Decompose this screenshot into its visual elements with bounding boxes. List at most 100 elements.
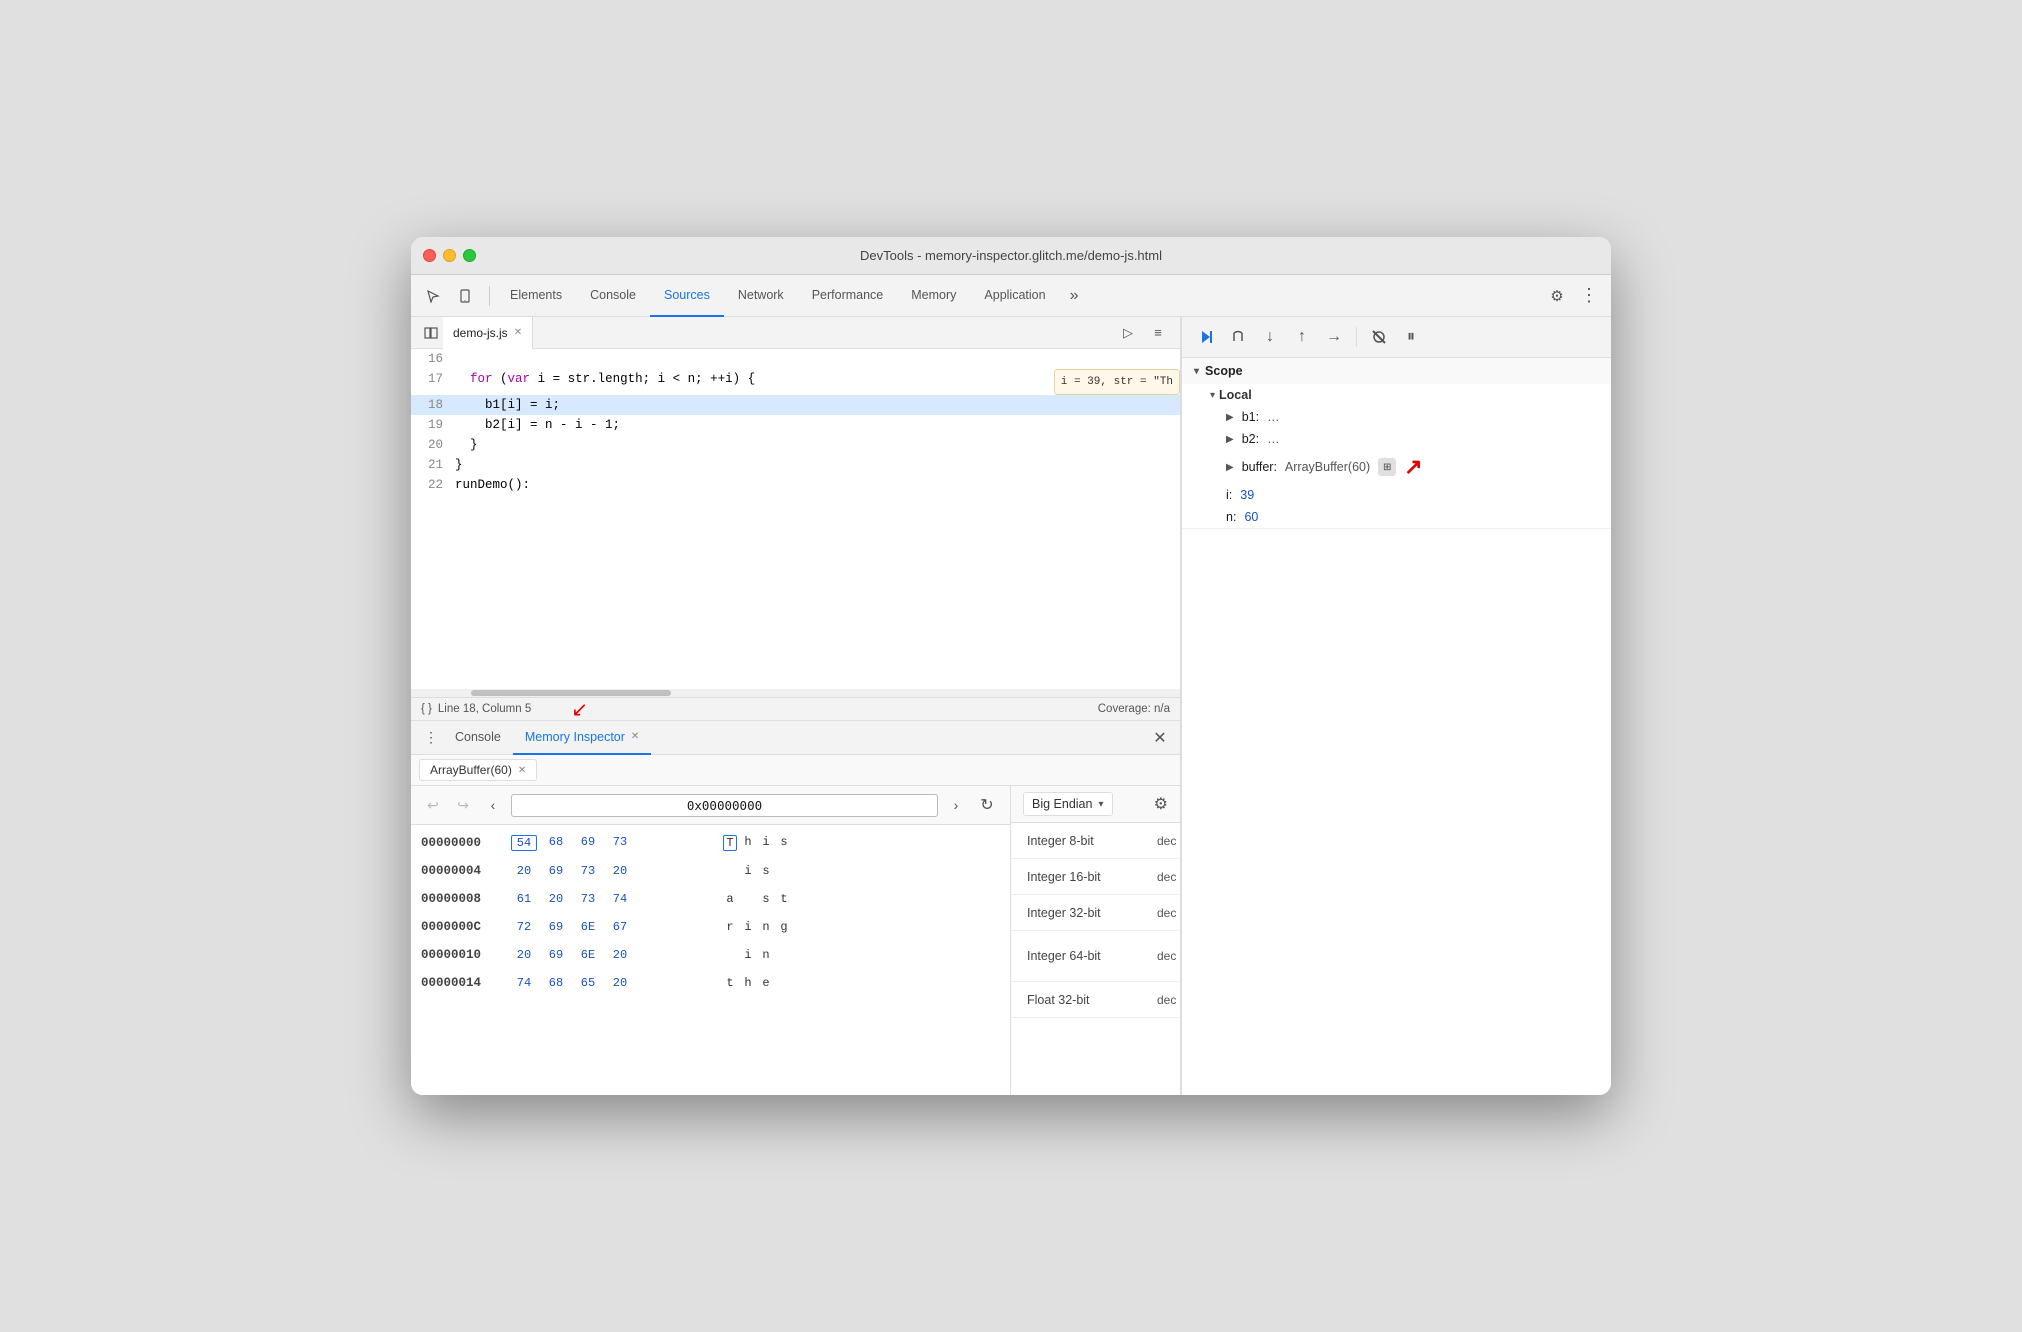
hex-viewer: ↩ ↪ ‹ › ↻ 00000000	[411, 786, 1011, 1095]
cursor-icon[interactable]	[419, 282, 447, 310]
hex-row-14: 00000014 74 68 65 20 t	[411, 969, 1010, 997]
tab-performance[interactable]: Performance	[798, 275, 898, 317]
tab-elements[interactable]: Elements	[496, 275, 576, 317]
hex-address-input[interactable]	[511, 794, 938, 817]
deactivate-breakpoints-button[interactable]	[1365, 323, 1393, 351]
more-tabs-button[interactable]: »	[1062, 287, 1087, 305]
n-key: n:	[1226, 510, 1236, 524]
hex-nav-bar: ↩ ↪ ‹ › ↻	[411, 786, 1010, 825]
buffer-key: buffer:	[1242, 460, 1277, 474]
resume-button[interactable]	[1192, 323, 1220, 351]
tooltip-hint: i = 39, str = "Th	[1054, 369, 1180, 395]
scope-item-i[interactable]: i: 39	[1182, 484, 1611, 506]
hex-row-10: 00000010 20 69 6E 20	[411, 941, 1010, 969]
b2-key: b2:	[1242, 432, 1259, 446]
kebab-menu-icon[interactable]: ⋮	[1575, 282, 1603, 310]
scope-local-header[interactable]: ▾ Local	[1182, 384, 1611, 406]
file-tab-close-icon[interactable]: ✕	[514, 327, 522, 338]
tab-application[interactable]: Application	[970, 275, 1059, 317]
step-button[interactable]: →	[1320, 323, 1348, 351]
bottom-panel-close-icon[interactable]: ✕	[1148, 726, 1172, 750]
interp-row-int16: Integer 16-bit dec ▾ 21608	[1011, 859, 1180, 895]
devtools-window: DevTools - memory-inspector.glitch.me/de…	[411, 237, 1611, 1095]
coverage-status: Coverage: n/a	[1098, 703, 1170, 715]
interp-row-int64: Integer 64-bit dec ▾ 6082222723994979203…	[1011, 931, 1180, 982]
minimize-button[interactable]	[443, 249, 456, 262]
i-key: i:	[1226, 488, 1232, 502]
maximize-button[interactable]	[463, 249, 476, 262]
close-button[interactable]	[423, 249, 436, 262]
nav-forward-button[interactable]: ↪	[451, 793, 475, 817]
scope-item-n[interactable]: n: 60	[1182, 506, 1611, 528]
cursor-position: Line 18, Column 5	[438, 703, 531, 715]
step-out-button[interactable]: ↑	[1288, 323, 1316, 351]
format-icon[interactable]: { }	[421, 703, 432, 715]
scope-header[interactable]: ▾ Scope	[1182, 358, 1611, 384]
step-into-button[interactable]: ↓	[1256, 323, 1284, 351]
tab-console[interactable]: Console	[576, 275, 650, 317]
interp-row-int32: Integer 32-bit dec ▾ 1416128883	[1011, 895, 1180, 931]
bottom-tabbar: ⋮ Console Memory Inspector ✕ ✕	[411, 721, 1180, 755]
memory-inspector-tab-close[interactable]: ✕	[631, 731, 639, 742]
horizontal-scrollbar[interactable]	[411, 689, 1180, 697]
i-value: 39	[1240, 488, 1254, 502]
hex-row-c: 0000000C 72 69 6E 67 r	[411, 913, 1010, 941]
debug-separator	[1356, 327, 1357, 347]
memory-inspector-panel: ArrayBuffer(60) ✕ ↩ ↪ ‹	[411, 755, 1180, 1095]
interpreter-panel: Big Endian ▾ ⚙ Integer 8-bit	[1011, 786, 1180, 1095]
pause-on-exceptions-button[interactable]: ⏸	[1397, 323, 1425, 351]
nav-back-button[interactable]: ↩	[421, 793, 445, 817]
devtools-panel: Elements Console Sources Network Perform…	[411, 275, 1611, 1095]
memory-tab-close-icon[interactable]: ✕	[518, 765, 526, 776]
file-play-icon[interactable]: ▷	[1114, 319, 1142, 347]
scope-item-b1[interactable]: ▶ b1: …	[1182, 406, 1611, 428]
tab-console-bottom[interactable]: Console	[443, 721, 513, 755]
b1-key: b1:	[1242, 410, 1259, 424]
hex-row-8: 00000008 61 20 73 74 a	[411, 885, 1010, 913]
file-navigator-icon[interactable]	[419, 321, 443, 345]
code-editor[interactable]: 16 17 for (var i = str.length; i < n; ++…	[411, 349, 1180, 689]
hex-refresh-button[interactable]: ↻	[974, 792, 1000, 818]
tab-memory-inspector[interactable]: Memory Inspector ✕	[513, 721, 651, 755]
scope-item-b2[interactable]: ▶ b2: …	[1182, 428, 1611, 450]
interpreter-header: Big Endian ▾ ⚙	[1011, 786, 1180, 823]
b1-value: …	[1267, 410, 1280, 424]
file-tab-demo-js[interactable]: demo-js.js ✕	[443, 317, 533, 349]
code-line-16: 16	[411, 349, 1180, 369]
hex-row-4: 00000004 20 69 73 20	[411, 857, 1010, 885]
bottom-tab-menu-icon[interactable]: ⋮	[419, 726, 443, 750]
scrollbar-thumb[interactable]	[471, 690, 671, 696]
open-in-memory-inspector-button[interactable]: ⊞	[1378, 458, 1396, 476]
settings-icon[interactable]: ⚙	[1543, 282, 1571, 310]
mobile-icon[interactable]	[451, 282, 479, 310]
local-arrow-icon: ▾	[1210, 390, 1215, 401]
scope-arrow-icon: ▾	[1194, 366, 1199, 377]
memory-buffer-tab[interactable]: ArrayBuffer(60) ✕	[419, 759, 537, 781]
endian-dropdown-arrow: ▾	[1098, 799, 1103, 810]
buffer-value: ArrayBuffer(60)	[1285, 460, 1370, 474]
code-line-19: 19 b2[i] = n - i - 1;	[411, 415, 1180, 435]
window-title: DevTools - memory-inspector.glitch.me/de…	[860, 248, 1162, 263]
tab-memory[interactable]: Memory	[897, 275, 970, 317]
nav-next-button[interactable]: ›	[944, 793, 968, 817]
red-arrow-right: ↗	[1404, 454, 1422, 480]
interp-row-float32: Float 32-bit dec ▾ 3992806227968.00	[1011, 982, 1180, 1018]
tab-separator	[489, 286, 490, 306]
code-panel: demo-js.js ✕ ▷ ≡ 16	[411, 317, 1181, 1095]
code-line-21: 21 }	[411, 455, 1180, 475]
scope-item-buffer[interactable]: ▶ buffer: ArrayBuffer(60) ⊞ ↗	[1182, 450, 1611, 484]
tab-sources[interactable]: Sources	[650, 275, 724, 317]
nav-prev-button[interactable]: ‹	[481, 793, 505, 817]
step-over-button[interactable]	[1224, 323, 1252, 351]
titlebar: DevTools - memory-inspector.glitch.me/de…	[411, 237, 1611, 275]
tab-network[interactable]: Network	[724, 275, 798, 317]
code-line-20: 20 }	[411, 435, 1180, 455]
interpreter-rows-container: Integer 8-bit dec ▾ 84 Integer 16-bit	[1011, 823, 1180, 1095]
endian-select[interactable]: Big Endian ▾	[1023, 792, 1113, 816]
right-panel: ↓ ↑ → ⏸ ▾	[1181, 317, 1611, 1095]
interpreter-settings-icon[interactable]: ⚙	[1154, 794, 1168, 814]
file-action-icon2[interactable]: ≡	[1144, 319, 1172, 347]
red-arrow-left: ↙	[571, 697, 588, 722]
interp-row-int8: Integer 8-bit dec ▾ 84	[1011, 823, 1180, 859]
debug-toolbar: ↓ ↑ → ⏸	[1182, 317, 1611, 358]
